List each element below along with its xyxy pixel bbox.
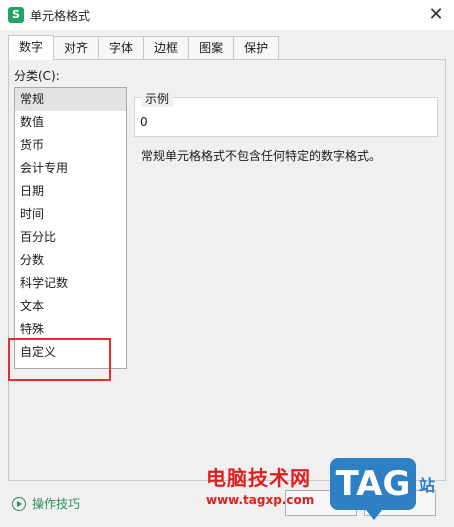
category-item-currency[interactable]: 货币 (15, 134, 126, 157)
format-description: 常规单元格格式不包含任何特定的数字格式。 (141, 149, 382, 163)
tab-protection[interactable]: 保护 (233, 36, 280, 59)
category-item-accounting[interactable]: 会计专用 (15, 157, 126, 180)
example-value: 0 (140, 115, 148, 129)
category-item-time[interactable]: 时间 (15, 203, 126, 226)
tips-link[interactable]: 操作技巧 (12, 495, 80, 512)
example-box (134, 97, 438, 137)
play-icon (12, 496, 26, 511)
app-icon: S (8, 7, 24, 23)
category-item-percentage[interactable]: 百分比 (15, 226, 126, 249)
tab-font[interactable]: 字体 (98, 36, 145, 59)
tab-bar: 数字 对齐 字体 边框 图案 保护 (8, 35, 280, 60)
category-item-special[interactable]: 特殊 (15, 318, 126, 341)
category-item-date[interactable]: 日期 (15, 180, 126, 203)
category-item-scientific[interactable]: 科学记数 (15, 272, 126, 295)
watermark-site-name: 电脑技术网 (206, 466, 311, 490)
watermark-url: www.tagxp.com (206, 493, 315, 507)
category-item-text[interactable]: 文本 (15, 295, 126, 318)
category-item-custom[interactable]: 自定义 (15, 341, 126, 364)
category-list[interactable]: 常规 数值 货币 会计专用 日期 时间 百分比 分数 科学记数 文本 特殊 自定… (14, 87, 127, 369)
example-label: 示例 (141, 90, 174, 107)
category-item-number[interactable]: 数值 (15, 111, 126, 134)
window-title: 单元格格式 (30, 9, 91, 23)
close-icon[interactable]: ✕ (424, 3, 448, 27)
watermark: 电脑技术网 www.tagxp.com (206, 462, 314, 507)
tips-label: 操作技巧 (32, 497, 81, 511)
title-bar: S 单元格格式 ✕ (0, 0, 454, 30)
tab-number[interactable]: 数字 (8, 35, 55, 60)
tab-border[interactable]: 边框 (143, 36, 190, 59)
category-label: 分类(C): (14, 69, 60, 83)
tag-logo: TAG (330, 458, 416, 520)
category-item-fraction[interactable]: 分数 (15, 249, 126, 272)
tag-logo-side: 站 (419, 476, 436, 495)
tab-pattern[interactable]: 图案 (188, 36, 235, 59)
tab-alignment[interactable]: 对齐 (53, 36, 100, 59)
category-item-general[interactable]: 常规 (15, 88, 126, 111)
